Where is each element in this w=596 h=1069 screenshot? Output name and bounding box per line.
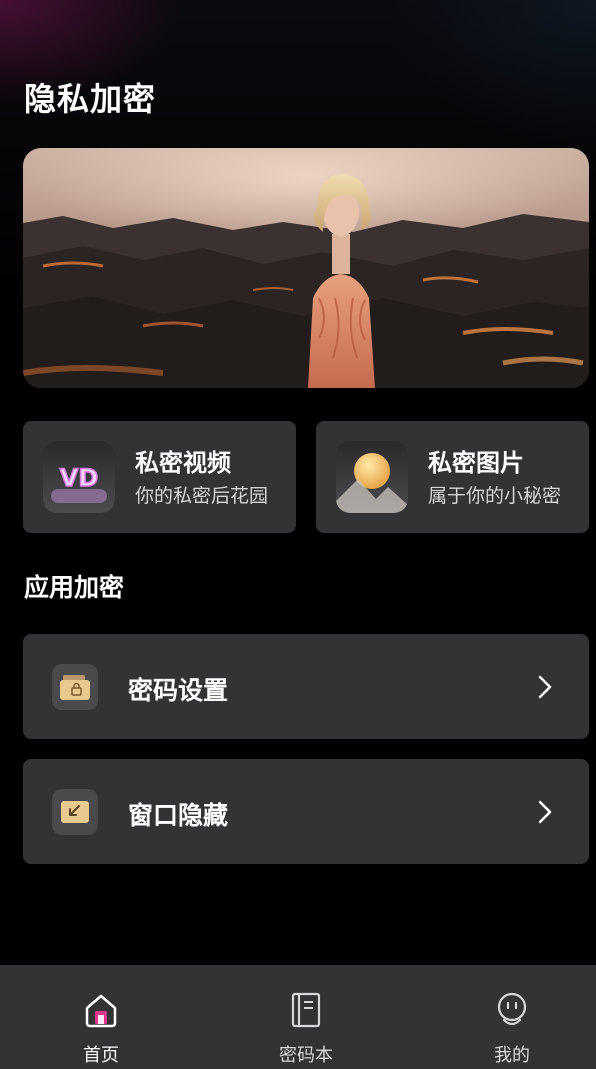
row-label: 窗口隐藏: [128, 801, 229, 830]
feature-title: 私密图片: [428, 449, 524, 477]
tab-home[interactable]: 首页: [41, 965, 161, 1069]
app-screen: 隐私加密 VD 私密视频 你的私密后花园 私密图片 属于你的小秘密 应用加密 密…: [0, 0, 596, 1069]
tab-label: 我的: [494, 1045, 530, 1066]
lock-folder-icon: [52, 664, 98, 710]
hero-banner[interactable]: [23, 148, 589, 388]
vd-video-icon: VD: [43, 441, 115, 513]
tab-notebook[interactable]: 密码本: [246, 965, 366, 1069]
notebook-icon: [291, 992, 321, 1028]
svg-text:VD: VD: [60, 464, 99, 492]
private-photo-card[interactable]: 私密图片 属于你的小秘密: [316, 421, 589, 533]
tab-label: 首页: [83, 1045, 119, 1066]
home-icon: [85, 994, 117, 1028]
chevron-right-icon: [538, 675, 552, 699]
chevron-right-icon: [538, 800, 552, 824]
private-video-card[interactable]: VD 私密视频 你的私密后花园: [23, 421, 296, 533]
section-title: 应用加密: [24, 573, 125, 602]
window-hide-row[interactable]: 窗口隐藏: [23, 759, 589, 864]
tab-mine[interactable]: 我的: [452, 965, 572, 1069]
row-label: 密码设置: [128, 676, 229, 705]
sun-photo-icon: [336, 441, 408, 513]
banner-image: [23, 148, 589, 388]
feature-subtitle: 你的私密后花园: [135, 485, 269, 507]
feature-title: 私密视频: [135, 449, 231, 477]
bottom-tab-bar: 首页 密码本 我的: [0, 965, 596, 1069]
page-title: 隐私加密: [24, 80, 157, 118]
profile-icon: [497, 992, 527, 1026]
feature-subtitle: 属于你的小秘密: [428, 485, 562, 507]
minimize-window-icon: [52, 789, 98, 835]
password-settings-row[interactable]: 密码设置: [23, 634, 589, 739]
tab-label: 密码本: [279, 1045, 333, 1066]
